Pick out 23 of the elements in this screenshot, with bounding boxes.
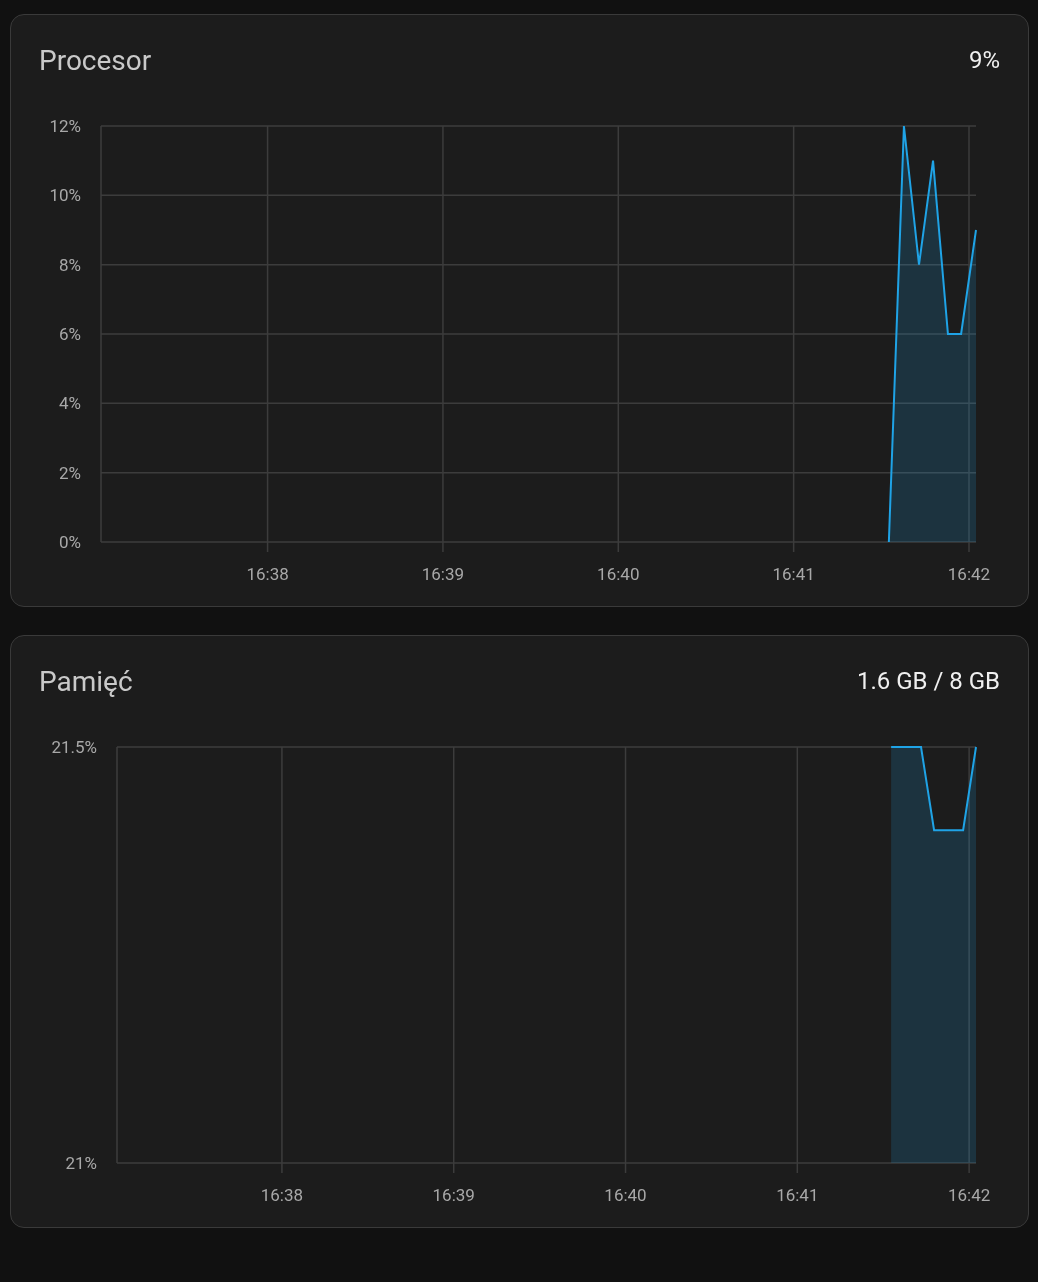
y-axis-label: 4%	[59, 393, 81, 414]
x-axis-label: 16:39	[432, 1185, 475, 1205]
y-axis-label: 0%	[59, 532, 81, 552]
card-title: Procesor	[39, 43, 152, 77]
y-axis-label: 2%	[59, 462, 81, 483]
x-axis-label: 16:38	[246, 564, 289, 584]
y-axis-label: 21%	[65, 1153, 97, 1173]
y-axis-label: 10%	[49, 185, 81, 206]
current-value: 9%	[968, 46, 1000, 74]
x-axis-label: 16:39	[421, 564, 465, 584]
y-axis-label: 6%	[59, 324, 81, 344]
x-axis-label: 16:41	[776, 1185, 819, 1205]
x-axis-label: 16:40	[597, 564, 640, 584]
y-axis-label: 12%	[49, 116, 81, 136]
x-axis-label: 16:42	[947, 1185, 991, 1205]
x-axis-label: 16:40	[604, 1185, 647, 1205]
card-title: Pamięć	[39, 664, 133, 698]
x-axis-label: 16:42	[947, 564, 991, 584]
y-axis-label: 21.5%	[51, 737, 97, 757]
current-value: 1.6 GB / 8 GB	[856, 667, 1000, 695]
x-axis-label: 16:38	[260, 1185, 304, 1205]
y-axis-label: 8%	[59, 254, 81, 275]
x-axis-label: 16:41	[772, 564, 815, 584]
